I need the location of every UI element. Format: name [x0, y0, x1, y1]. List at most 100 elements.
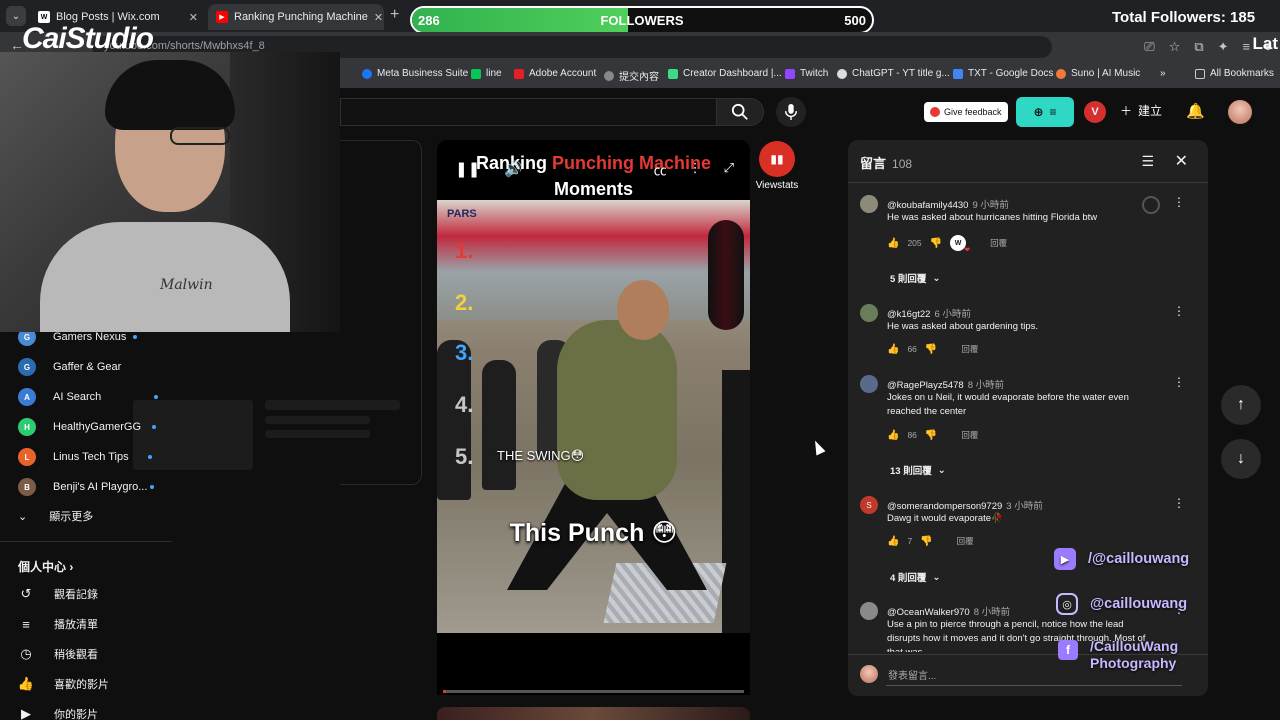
bookmarks-overflow[interactable]: » — [1160, 68, 1166, 79]
browser-tab-youtube[interactable]: ▶ Ranking Punching Machine ✕ — [208, 4, 384, 30]
notifications-bell-icon[interactable]: 🔔 — [1186, 102, 1205, 120]
next-short-button[interactable]: ↓ — [1221, 439, 1261, 479]
like-icon[interactable]: 👍 — [887, 536, 899, 547]
bookmark-star-icon[interactable]: ☆ — [1169, 39, 1181, 55]
meta-icon — [362, 68, 372, 79]
subscription-item[interactable]: H HealthyGamerGG — [18, 417, 157, 437]
commenter-avatar[interactable] — [860, 602, 878, 620]
bookmark-item[interactable]: TXT - Google Docs — [953, 68, 1053, 79]
comment-author[interactable]: @RagePlayz5478 — [887, 380, 964, 391]
commenter-avatar[interactable] — [860, 195, 878, 213]
add-comment-row[interactable]: 發表留言... — [860, 665, 936, 683]
bookmark-item[interactable]: Meta Business Suite — [362, 68, 468, 79]
add-comment-input[interactable]: 發表留言... — [888, 667, 936, 682]
commenter-avatar[interactable]: S — [860, 496, 878, 514]
previous-short-button[interactable]: ↑ — [1221, 385, 1261, 425]
pause-icon[interactable]: ❚❚ — [455, 160, 480, 178]
reply-button[interactable]: 回覆 — [957, 535, 974, 547]
rank-number: 3. — [455, 340, 474, 365]
like-icon[interactable]: 👍 — [887, 238, 899, 249]
comment-menu-icon[interactable]: ⋮ — [1173, 195, 1185, 209]
you-item-your-videos[interactable]: ▶ 你的影片 — [18, 706, 98, 720]
voice-search-button[interactable] — [776, 97, 806, 127]
dislike-icon[interactable]: 👎 — [930, 238, 942, 249]
sort-icon[interactable]: ☰ — [1141, 153, 1154, 170]
bookmark-item[interactable]: 提交內容 — [604, 68, 659, 83]
create-button[interactable]: ＋建立 — [1120, 102, 1162, 119]
account-avatar[interactable] — [1228, 100, 1252, 124]
reply-button[interactable]: 回覆 — [961, 429, 978, 441]
close-icon[interactable]: ✕ — [1175, 151, 1188, 171]
search-button[interactable] — [716, 98, 764, 126]
bookmark-item[interactable]: Suno | AI Music — [1056, 68, 1140, 79]
commenter-avatar[interactable] — [860, 375, 878, 393]
comment-author[interactable]: @somerandomperson9729 — [887, 501, 1002, 512]
viewstats-button[interactable]: ▮▮ Viewstats — [752, 141, 802, 191]
comment-author[interactable]: @OceanWalker970 — [887, 607, 970, 618]
replies-toggle[interactable]: 13 則回覆 ⌄ — [890, 463, 946, 478]
subscription-item[interactable]: A AI Search — [18, 387, 159, 407]
replies-toggle[interactable]: 5 則回覆 ⌄ — [890, 271, 940, 286]
close-tab-icon[interactable]: ✕ — [374, 11, 383, 24]
comment-text: Jokes on u Neil, it would evaporate befo… — [887, 392, 1129, 417]
like-icon[interactable]: 👍 — [887, 344, 899, 355]
commenter-avatar[interactable] — [860, 304, 878, 322]
like-icon[interactable]: 👍 — [887, 430, 899, 441]
subscription-item[interactable]: G Gaffer & Gear — [18, 357, 121, 377]
tab-title: Ranking Punching Machine — [234, 11, 368, 23]
video-frame[interactable]: PARS 1. 2. 3. 4. 5. THE SWING😳 This Punc… — [437, 200, 750, 633]
my-avatar — [860, 665, 878, 683]
reply-button[interactable]: 回覆 — [990, 237, 1007, 249]
you-item-history[interactable]: ↺ 觀看記錄 — [18, 586, 98, 602]
you-section-heading[interactable]: 個人中心 › — [18, 558, 73, 575]
reply-button[interactable]: 回覆 — [961, 343, 978, 355]
next-short-preview[interactable] — [437, 707, 750, 720]
comment-author[interactable]: @koubafamily4430 — [887, 200, 968, 211]
comment: S @somerandomperson9729 3 小時前 Dawg it wou… — [860, 496, 1185, 548]
progress-fill — [443, 690, 446, 693]
search-input[interactable] — [340, 98, 716, 126]
progress-bar[interactable] — [443, 690, 744, 693]
dislike-icon[interactable]: 👎 — [925, 430, 937, 441]
dislike-icon[interactable]: 👎 — [925, 344, 937, 355]
adobe-icon — [514, 68, 524, 79]
you-item-liked[interactable]: 👍 喜歡的影片 — [18, 676, 109, 692]
new-content-dot — [150, 485, 155, 489]
new-tab-plus-icon[interactable]: + — [390, 6, 399, 24]
more-options-icon[interactable]: ⋮ — [689, 160, 702, 179]
captions-icon[interactable]: ㏄ — [654, 160, 667, 179]
vidiq-icon[interactable]: V — [1084, 101, 1106, 123]
comments-heading: 留言 108 — [860, 156, 913, 171]
volume-icon[interactable]: 🔊 — [504, 160, 523, 178]
comment-author[interactable]: @k16gt22 — [887, 309, 930, 320]
fullscreen-icon[interactable]: ⤢ — [724, 160, 734, 179]
bookmark-item[interactable]: line — [471, 68, 502, 79]
bookmark-item[interactable]: Adobe Account — [514, 68, 596, 79]
media-icon[interactable]: ≡ — [1243, 39, 1251, 55]
close-tab-icon[interactable]: ✕ — [189, 11, 198, 24]
line-icon — [471, 68, 481, 79]
replies-toggle[interactable]: 4 則回覆 ⌄ — [890, 570, 940, 585]
extension-logo-icon: ⊕ — [1033, 105, 1044, 119]
bookmark-item[interactable]: Twitch — [785, 68, 828, 79]
dislike-icon[interactable]: 👎 — [920, 536, 932, 547]
comment-menu-icon[interactable]: ⋮ — [1173, 304, 1185, 318]
bookmark-item[interactable]: Creator Dashboard |... — [668, 68, 782, 79]
channel-avatar-icon: L — [18, 448, 36, 466]
you-item-watch-later[interactable]: ◷ 稍後觀看 — [18, 646, 98, 662]
comment-menu-icon[interactable]: ⋮ — [1173, 375, 1185, 389]
social-facebook: f /CaillouWang Photography — [1058, 638, 1178, 672]
you-item-playlists[interactable]: ≡ 播放清單 — [18, 616, 98, 632]
extension-menu-button[interactable]: ⊕ ≡ — [1016, 97, 1074, 127]
puzzle-icon[interactable]: ✦ — [1218, 39, 1229, 55]
shorts-player[interactable]: PARS 1. 2. 3. 4. 5. THE SWING😳 This Punc… — [437, 140, 750, 695]
comment-menu-icon[interactable]: ⋮ — [1173, 496, 1185, 510]
give-feedback-button[interactable]: Give feedback — [924, 102, 1008, 122]
show-more-button[interactable]: ⌄ 顯示更多 — [18, 508, 93, 524]
subscription-item[interactable]: B Benji's AI Playgro... — [18, 477, 155, 497]
cast-icon[interactable]: ⎚ — [1144, 39, 1154, 55]
subscription-item[interactable]: L Linus Tech Tips — [18, 447, 152, 467]
bookmark-item[interactable]: ChatGPT - YT title g... — [837, 68, 950, 79]
all-bookmarks[interactable]: All Bookmarks — [1195, 68, 1274, 79]
extension-icon[interactable]: ⧉ — [1194, 39, 1203, 55]
